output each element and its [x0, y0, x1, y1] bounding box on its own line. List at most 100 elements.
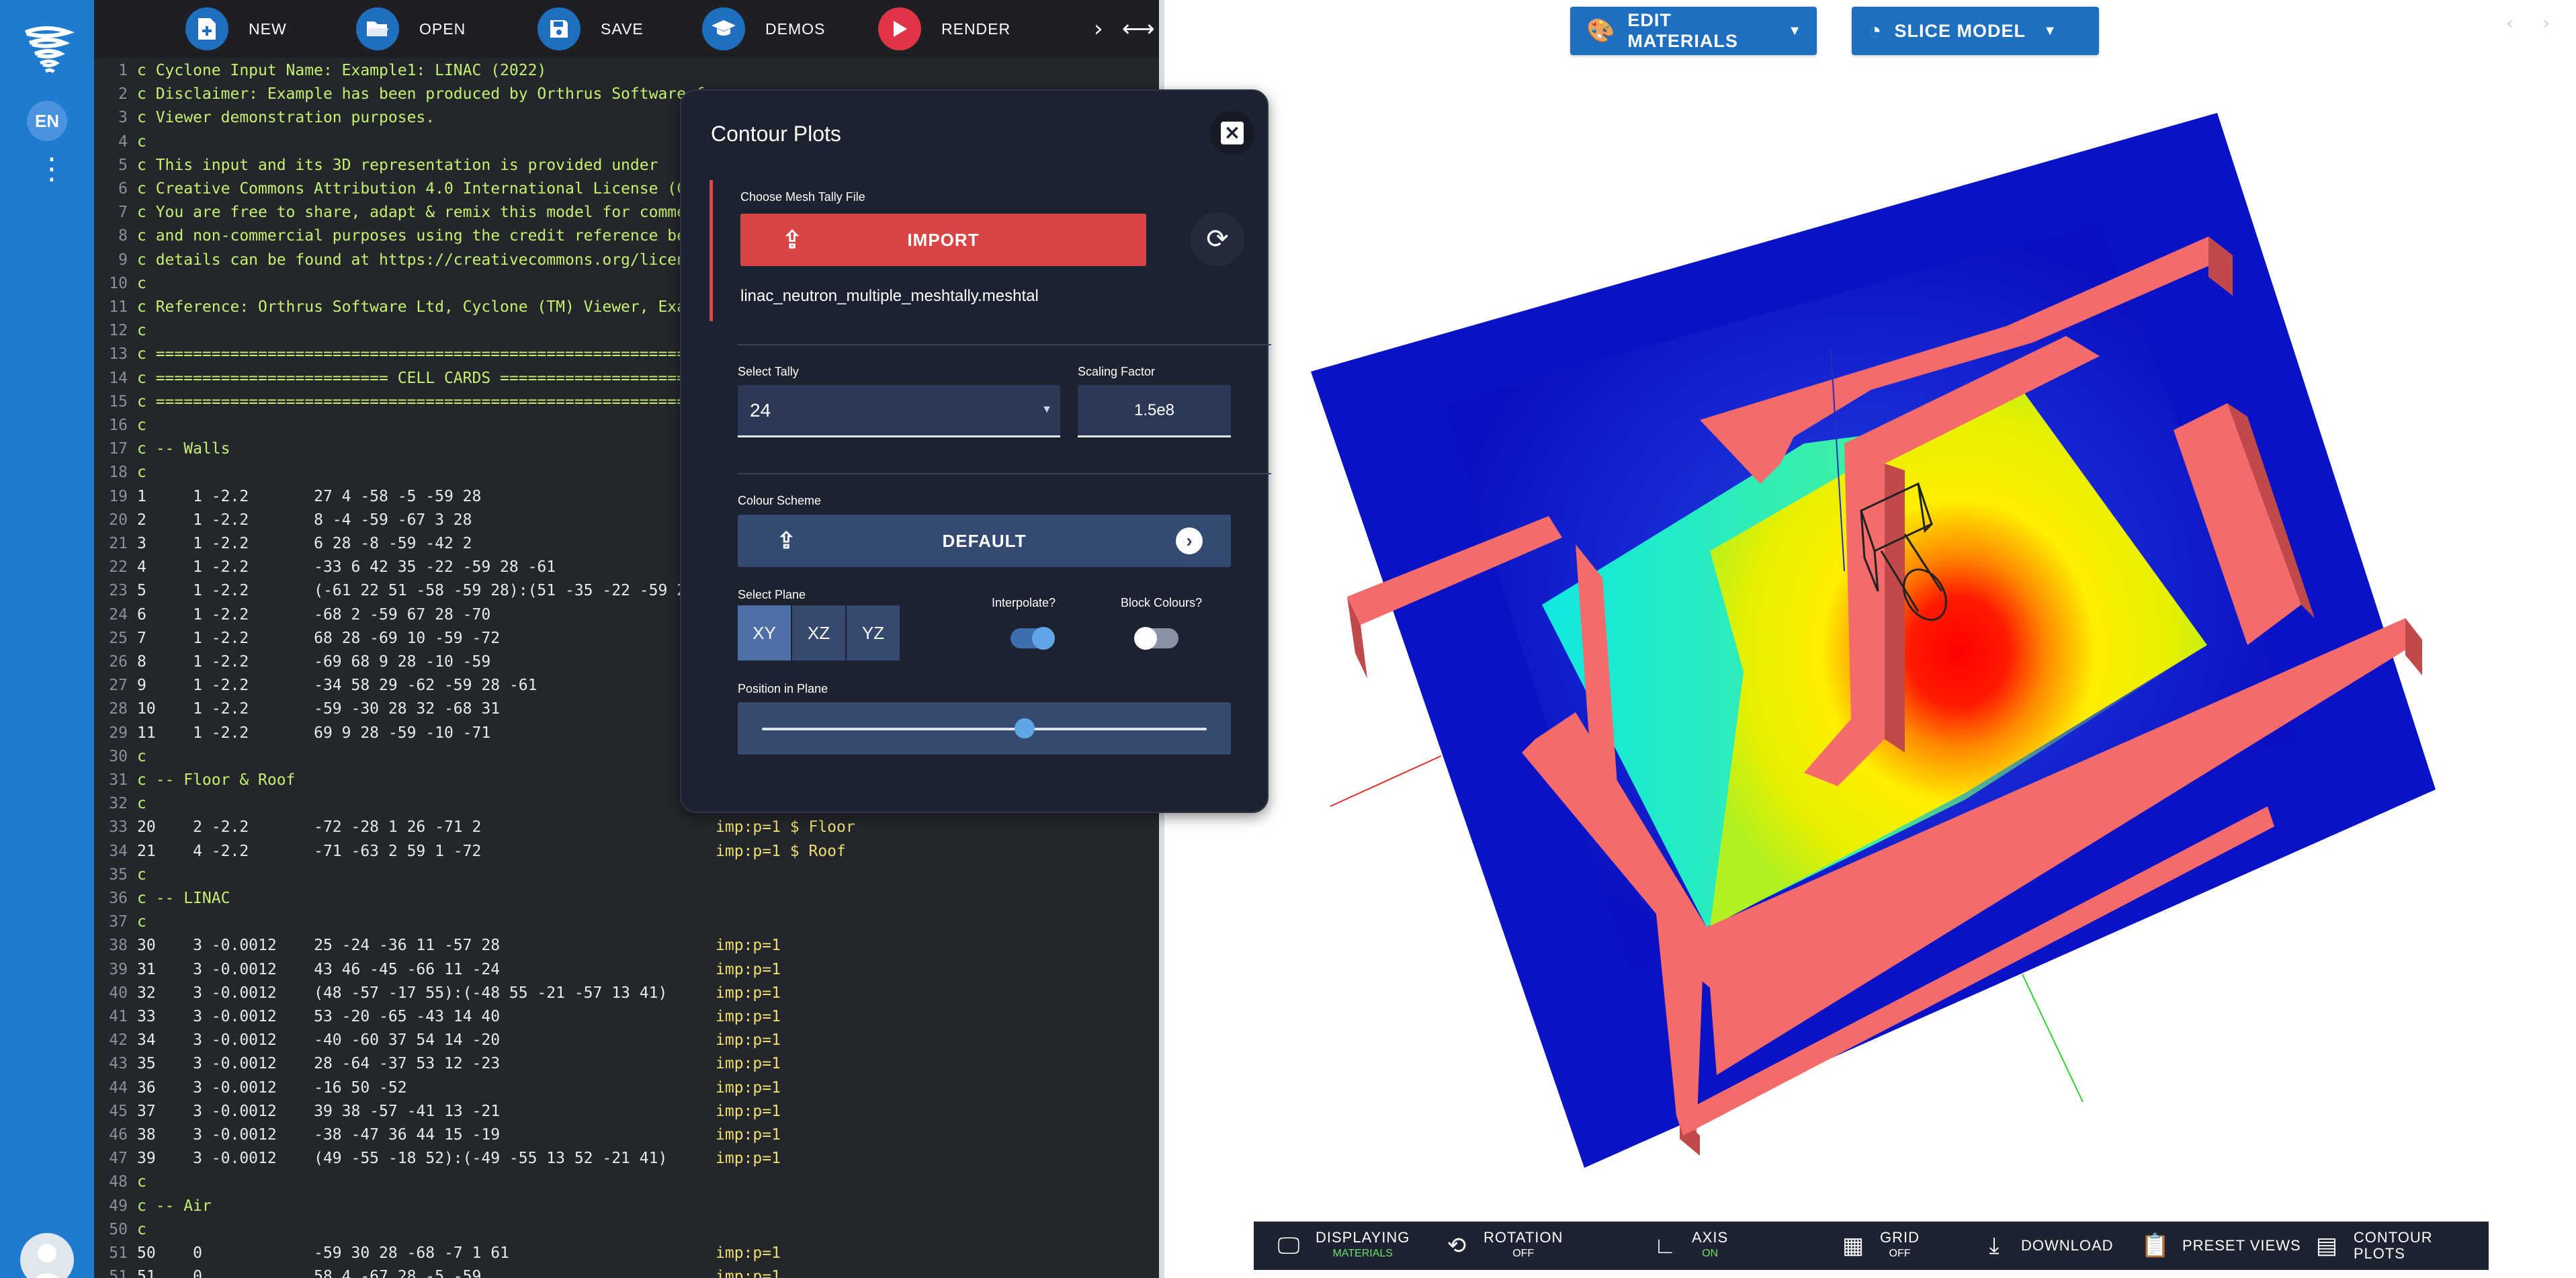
line-number: 51: [109, 1244, 128, 1262]
line-number: 49: [109, 1197, 128, 1215]
scaling-value: 1.5e8: [1133, 401, 1175, 419]
axis-icon: ∟: [1654, 1232, 1676, 1259]
open-button[interactable]: OPEN: [356, 7, 466, 51]
line-importance: imp:p=1: [716, 1031, 781, 1050]
preset-button[interactable]: 📋 PRESET VIEWS: [2141, 1222, 2301, 1270]
chevron-right-icon[interactable]: ›: [1094, 12, 1103, 46]
code-line[interactable]: 33 20 2 -2.2 -72 -28 1 26 -71 2 imp:p=1 $ …: [94, 816, 1159, 839]
code-line[interactable]: 44 36 3 -0.0012 -16 50 -52 imp:p=1: [94, 1076, 1159, 1100]
line-text: 39 3 -0.0012 (49 -55 -18 52):(-49 -55 13…: [137, 1150, 668, 1168]
line-text: c Creative Commons Attribution 4.0 Inter…: [137, 180, 695, 198]
code-line[interactable]: 51 51 0 58 4 -67 28 -5 -59 imp:p=1: [94, 1265, 1159, 1278]
position-slider[interactable]: [738, 702, 1231, 755]
line-number: 50: [109, 1220, 128, 1238]
code-line[interactable]: 35 c: [94, 863, 1159, 887]
code-line[interactable]: 47 39 3 -0.0012 (49 -55 -18 52):(-49 -55 …: [94, 1147, 1159, 1170]
more-vertical-icon[interactable]: ⋮: [37, 155, 67, 184]
code-line[interactable]: 40 32 3 -0.0012 (48 -57 -17 55):(-48 55 -…: [94, 982, 1159, 1005]
edit-materials-dropdown[interactable]: 🎨 EDIT MATERIALS ▼: [1570, 7, 1817, 55]
render-button[interactable]: RENDER: [878, 7, 1011, 51]
line-text: c Cyclone Input Name: Example1: LINAC (2…: [137, 62, 547, 79]
axis-button[interactable]: ∟ AXIS ON: [1650, 1222, 1728, 1270]
displaying-button[interactable]: 🖵 DISPLAYING MATERIALS: [1274, 1222, 1410, 1270]
close-button[interactable]: ×: [1210, 111, 1254, 155]
code-line[interactable]: 37 c: [94, 910, 1159, 934]
3d-viewport[interactable]: [1159, 0, 2576, 1278]
download-button[interactable]: ⤓ DOWNLOAD: [1979, 1222, 2114, 1270]
line-number: 17: [109, 440, 128, 458]
line-number: 51: [109, 1268, 128, 1278]
code-line[interactable]: 38 30 3 -0.0012 25 -24 -36 11 -57 28 imp:p…: [94, 934, 1159, 957]
tally-select[interactable]: 24 ▼: [738, 385, 1060, 437]
code-line[interactable]: 39 31 3 -0.0012 43 46 -45 -66 11 -24 imp:p…: [94, 958, 1159, 982]
line-number: 41: [109, 1008, 128, 1025]
pager-chevrons-icon[interactable]: ‹ ›: [2506, 13, 2562, 34]
line-text: 2 1 -2.2 8 -4 -59 -67 3 28: [137, 511, 472, 529]
code-line[interactable]: 41 33 3 -0.0012 53 -20 -65 -43 14 40 imp:p…: [94, 1005, 1159, 1029]
cyclone-logo-icon[interactable]: [20, 20, 75, 81]
palette-icon: 🎨: [1586, 18, 1616, 44]
code-line[interactable]: 51 50 0 -59 30 28 -68 -7 1 61 imp:p=1: [94, 1242, 1159, 1265]
model-render[interactable]: [1159, 0, 2576, 1278]
line-importance: imp:p=1: [716, 1102, 781, 1120]
line-text: c -- LINAC: [137, 890, 230, 907]
interpolate-toggle[interactable]: [1011, 627, 1055, 650]
tally-label: Select Tally: [738, 365, 799, 378]
code-line[interactable]: 48 c: [94, 1170, 1159, 1194]
code-line[interactable]: 43 35 3 -0.0012 28 -64 -37 53 12 -23 imp:p…: [94, 1052, 1159, 1076]
line-text: c: [137, 795, 146, 813]
line-number: 3: [118, 109, 128, 127]
code-line[interactable]: 50 c: [94, 1218, 1159, 1242]
new-button[interactable]: NEW: [185, 7, 287, 51]
plane-xy-button[interactable]: XY: [738, 605, 791, 661]
code-line[interactable]: 46 38 3 -0.0012 -38 -47 36 44 15 -19 imp:p…: [94, 1123, 1159, 1147]
plane-xz-button[interactable]: XZ: [792, 605, 845, 661]
rotation-label: ROTATION: [1484, 1229, 1563, 1246]
axis-label: AXIS: [1692, 1229, 1729, 1246]
line-text: 7 1 -2.2 68 28 -69 10 -59 -72: [137, 629, 501, 647]
line-number: 34: [109, 842, 128, 860]
refresh-button[interactable]: ⟳: [1191, 212, 1244, 266]
line-importance: imp:p=1: [716, 1078, 781, 1097]
line-number: 38: [109, 937, 128, 955]
chevron-right-circle-icon: ›: [1176, 527, 1203, 554]
line-number: 24: [109, 605, 128, 624]
line-text: c Disclaimer: Example has been produced …: [137, 85, 705, 103]
line-text: 9 1 -2.2 -34 58 29 -62 -59 28 -61: [137, 677, 538, 695]
code-line[interactable]: 36 c -- LINAC: [94, 887, 1159, 910]
import-button[interactable]: ⇪ IMPORT: [740, 214, 1146, 266]
line-number: 30: [109, 747, 128, 765]
code-line[interactable]: 42 34 3 -0.0012 -40 -60 37 54 14 -20 imp:p…: [94, 1029, 1159, 1052]
scaling-input[interactable]: 1.5e8: [1078, 385, 1231, 437]
demos-button[interactable]: DEMOS: [702, 7, 825, 51]
slice-model-dropdown[interactable]: ◔ SLICE MODEL ▼: [1852, 7, 2099, 55]
line-number: 22: [109, 558, 128, 577]
select-plane-label: Select Plane: [738, 588, 806, 601]
line-text: c: [137, 417, 146, 434]
code-line[interactable]: 1 c Cyclone Input Name: Example1: LINAC (…: [94, 59, 1159, 83]
grid-button[interactable]: ▦ GRID OFF: [1838, 1222, 1920, 1270]
mesh-tally-label: Choose Mesh Tally File: [740, 190, 865, 204]
line-text: 31 3 -0.0012 43 46 -45 -66 11 -24: [137, 960, 501, 978]
resize-horizontal-icon[interactable]: ⟷: [1122, 12, 1155, 46]
language-button[interactable]: EN: [27, 101, 67, 141]
block-colours-toggle[interactable]: [1134, 627, 1178, 650]
save-button[interactable]: SAVE: [538, 7, 644, 51]
line-text: 10 1 -2.2 -59 -30 28 32 -68 31: [137, 700, 501, 718]
close-icon: ×: [1221, 122, 1244, 144]
code-line[interactable]: 34 21 4 -2.2 -71 -63 2 59 1 -72 imp:p=1 $ …: [94, 840, 1159, 863]
line-number: 36: [109, 890, 128, 907]
colour-scheme-button[interactable]: ⇪ DEFAULT ›: [738, 515, 1231, 567]
user-avatar-icon[interactable]: [20, 1233, 74, 1278]
code-line[interactable]: 45 37 3 -0.0012 39 38 -57 -41 13 -21 imp:p…: [94, 1100, 1159, 1123]
rotation-button[interactable]: ⟲ ROTATION OFF: [1442, 1222, 1563, 1270]
line-text: c -- Walls: [137, 440, 230, 458]
line-text: 35 3 -0.0012 28 -64 -37 53 12 -23: [137, 1055, 501, 1073]
position-label: Position in Plane: [738, 682, 828, 695]
plane-yz-button[interactable]: YZ: [847, 605, 900, 661]
line-text: c: [137, 132, 146, 151]
contour-button[interactable]: ▤ CONTOUR PLOTS: [2312, 1222, 2489, 1270]
save-icon: [538, 7, 581, 50]
slider-knob[interactable]: [1014, 718, 1035, 738]
code-line[interactable]: 49 c -- Air: [94, 1195, 1159, 1218]
